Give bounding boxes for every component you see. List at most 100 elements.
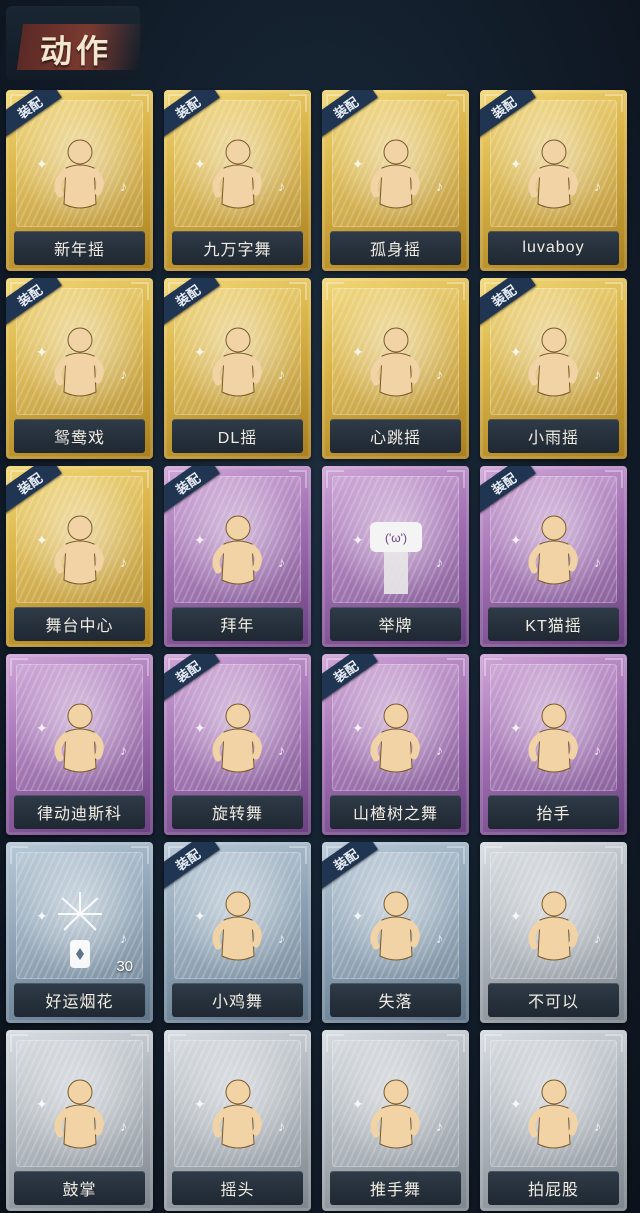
music-note-icon: ♪ — [120, 366, 127, 382]
sparkle-icon: ✦ — [194, 908, 206, 924]
music-note-icon: ♪ — [278, 554, 285, 570]
sparkle-icon: ✦ — [36, 908, 48, 924]
sparkle-icon: ✦ — [510, 156, 522, 172]
crawl-pose-icon — [356, 886, 436, 976]
dance-pose-icon — [40, 322, 120, 412]
emote-card[interactable]: ✦ ♪ 旋转舞 装配 — [164, 654, 311, 835]
frame-corner — [289, 846, 307, 864]
music-note-icon: ♪ — [278, 366, 285, 382]
music-note-icon: ♪ — [120, 1118, 127, 1134]
emote-label: 律动迪斯科 — [14, 795, 145, 829]
frame-corner — [447, 658, 465, 676]
emote-label: 鸳鸯戏 — [14, 419, 145, 453]
emote-label: 摇头 — [172, 1171, 303, 1205]
emote-card[interactable]: ✦ ♪ KT猫摇 装配 — [480, 466, 627, 647]
emote-label: 小鸡舞 — [172, 983, 303, 1017]
emote-card[interactable]: ✦ ♪ 小雨摇 装配 — [480, 278, 627, 459]
frame-corner — [289, 94, 307, 112]
frame-corner — [326, 470, 344, 488]
emote-label: 孤身摇 — [330, 231, 461, 265]
frame-corner — [447, 282, 465, 300]
emote-label: 心跳摇 — [330, 419, 461, 453]
emote-card[interactable]: ✦ ♪ DL摇 装配 — [164, 278, 311, 459]
sparkle-icon: ✦ — [352, 1096, 364, 1112]
frame-corner — [10, 1034, 28, 1052]
emote-card[interactable]: ✦ ♪ 心跳摇 — [322, 278, 469, 459]
dance-pose-icon — [356, 322, 436, 412]
frame-corner — [447, 1034, 465, 1052]
emote-card[interactable]: ✦ ♪ 推手舞 — [322, 1030, 469, 1211]
frame-corner — [326, 282, 344, 300]
frame-corner — [10, 658, 28, 676]
emote-card[interactable]: ✦ ♪ 新年摇 装配 — [6, 90, 153, 271]
frame-corner — [289, 658, 307, 676]
frame-corner — [484, 1034, 502, 1052]
emote-label: 推手舞 — [330, 1171, 461, 1205]
music-note-icon: ♪ — [436, 554, 443, 570]
butt-slap-icon — [514, 1074, 594, 1164]
music-note-icon: ♪ — [594, 742, 601, 758]
sparkle-icon: ✦ — [352, 156, 364, 172]
sparkle-icon: ✦ — [352, 908, 364, 924]
emote-card[interactable]: ✦ ♪ 孤身摇 装配 — [322, 90, 469, 271]
emote-card[interactable]: ✦ ♪ 山楂树之舞 装配 — [322, 654, 469, 835]
emote-card[interactable]: ✦ ♪ 摇头 — [164, 1030, 311, 1211]
emote-card[interactable]: ✦ ♪ 舞台中心 装配 — [6, 466, 153, 647]
dance-pose-icon — [198, 134, 278, 224]
music-note-icon: ♪ — [120, 742, 127, 758]
sparkle-icon: ✦ — [194, 156, 206, 172]
sparkle-icon: ✦ — [194, 344, 206, 360]
sparkle-icon: ✦ — [510, 908, 522, 924]
emote-label: 失落 — [330, 983, 461, 1017]
frame-corner — [447, 470, 465, 488]
music-note-icon: ♪ — [436, 930, 443, 946]
frame-corner — [605, 282, 623, 300]
push-hand-icon — [356, 1074, 436, 1164]
emote-card[interactable]: ✦ ♪ luvaboy 装配 — [480, 90, 627, 271]
emote-label: luvaboy — [488, 231, 619, 265]
item-count: 30 — [116, 958, 133, 975]
finger-wag-icon — [514, 886, 594, 976]
emote-card[interactable]: ✦ ♪ 小鸡舞 装配 — [164, 842, 311, 1023]
emote-card[interactable]: ✦ ♪ 九万字舞 装配 — [164, 90, 311, 271]
emote-card[interactable]: ✦ ♪ 不可以 — [480, 842, 627, 1023]
emote-label: 新年摇 — [14, 231, 145, 265]
sparkle-icon: ✦ — [352, 720, 364, 736]
sparkle-icon: ✦ — [352, 344, 364, 360]
sparkle-icon: ✦ — [36, 720, 48, 736]
emote-label: 九万字舞 — [172, 231, 303, 265]
firework-icon — [40, 886, 120, 976]
frame-corner — [131, 470, 149, 488]
emote-card[interactable]: ✦ ♪ 律动迪斯科 — [6, 654, 153, 835]
music-note-icon: ♪ — [594, 554, 601, 570]
svg-text:('ω'): ('ω') — [385, 531, 407, 545]
frame-corner — [605, 846, 623, 864]
emote-card[interactable]: ✦ ♪ 鸳鸯戏 装配 — [6, 278, 153, 459]
sparkle-icon: ✦ — [36, 532, 48, 548]
emote-label: 抬手 — [488, 795, 619, 829]
chicken-dance-icon — [198, 886, 278, 976]
emote-label: 舞台中心 — [14, 607, 145, 641]
emote-label: 鼓掌 — [14, 1171, 145, 1205]
emote-card[interactable]: ✦ ♪ 失落 装配 — [322, 842, 469, 1023]
emote-card[interactable]: ✦ ♪ 好运烟花 30 — [6, 842, 153, 1023]
sparkle-icon: ✦ — [36, 1096, 48, 1112]
dance-pose-icon — [514, 322, 594, 412]
emote-card[interactable]: ('ω') ✦ ♪ 举牌 — [322, 466, 469, 647]
music-note-icon: ♪ — [120, 930, 127, 946]
frame-corner — [289, 1034, 307, 1052]
emote-label: 小雨摇 — [488, 419, 619, 453]
emote-card[interactable]: ✦ ♪ 鼓掌 — [6, 1030, 153, 1211]
frame-corner — [326, 1034, 344, 1052]
frame-corner — [131, 658, 149, 676]
section-title: 动作 — [40, 32, 113, 70]
dance-pose-icon — [514, 510, 594, 600]
emote-card[interactable]: ✦ ♪ 拍屁股 — [480, 1030, 627, 1211]
dance-pose-icon — [356, 698, 436, 788]
frame-corner — [168, 1034, 186, 1052]
music-note-icon: ♪ — [594, 1118, 601, 1134]
spin-pose-icon — [198, 698, 278, 788]
emote-label: 山楂树之舞 — [330, 795, 461, 829]
emote-card[interactable]: ✦ ♪ 抬手 — [480, 654, 627, 835]
emote-card[interactable]: ✦ ♪ 拜年 装配 — [164, 466, 311, 647]
